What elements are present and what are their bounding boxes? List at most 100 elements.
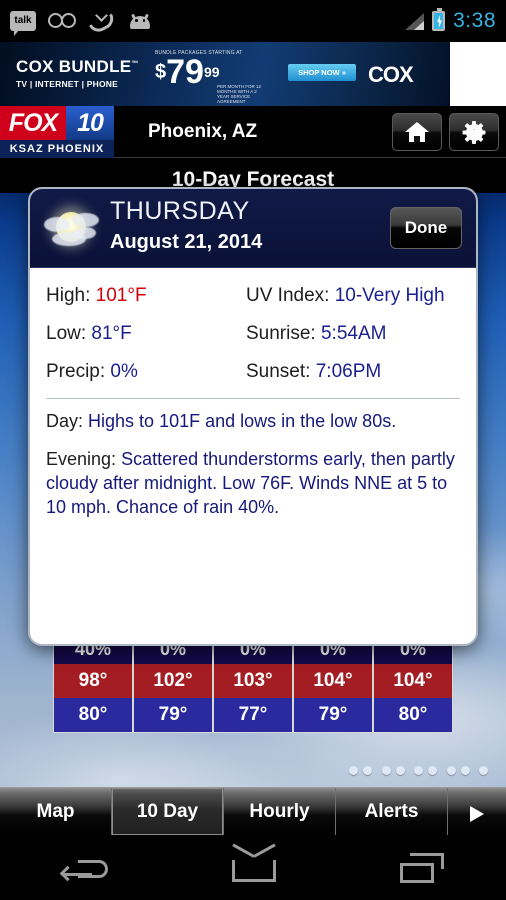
forecast-low: 77° [214,698,292,732]
day-forecast-label: Day: [46,411,84,431]
detail-low-value: 81°F [91,323,132,344]
detail-sunset-value: 7:06PM [315,361,382,382]
fox10-logo[interactable]: FOX 10 KSAZ PHOENIX [0,106,114,158]
detail-high-label: High: [46,285,91,306]
forecast-card[interactable]: 0% 104° 80° [373,633,453,733]
forecast-strip[interactable]: 40% 98° 80° 0% 102° 79° 0% 103° 77° 0% 1… [53,633,453,733]
forecast-card[interactable]: 0% 102° 79° [133,633,213,733]
detail-sunrise-label: Sunrise: [246,323,316,344]
wifi-icon [374,12,396,30]
detail-precip-label: Precip: [46,361,106,382]
voicemail-icon [48,13,78,29]
page-dot[interactable] [460,766,470,775]
settings-button[interactable] [449,113,499,151]
detail-high-value: 101°F [95,285,147,306]
android-nav-bar [0,835,506,900]
dialog-header: THURSDAY August 21, 2014 Done [30,189,476,268]
detail-precip: Precip: 0% [46,354,246,390]
ad-legal-text: PER MONTH FOR 12 MONTHS WITH A 2 YEAR SE… [217,84,262,104]
tab-10-day[interactable]: 10 Day [112,788,224,835]
day-forecast-text: Highs to 101F and lows in the low 80s. [88,411,397,431]
day-forecast-paragraph: Day: Highs to 101F and lows in the low 8… [46,409,460,433]
detail-precip-value: 0% [110,361,138,382]
ad-brand-line2: TV | INTERNET | PHONE [16,79,118,89]
home-icon[interactable] [232,843,276,882]
forecast-card[interactable]: 0% 103° 77° [213,633,293,733]
logo-fox-text: FOX [0,106,66,140]
partly-cloudy-icon [42,199,102,257]
forecast-low: 80° [54,698,132,732]
detail-high: High: 101°F [46,278,246,314]
location-label: Phoenix, AZ [148,121,258,142]
divider [46,398,460,399]
page-dot[interactable] [349,766,359,775]
play-arrow-icon [470,806,484,822]
detail-uv-value: 10-Very High [334,285,445,306]
ad-price-value: 79 [166,53,204,91]
evening-forecast-label: Evening: [46,449,117,469]
talk-icon: talk [10,11,36,36]
page-indicator-dots[interactable] [0,762,506,780]
phone-screen: talk 3:38 COX BUNDLE™ TV | INTERNET | PH… [0,0,506,900]
detail-sunrise: Sunrise: 5:54AM [246,316,460,352]
logo-ten-text: 10 [66,106,114,140]
dialog-day-name: THURSDAY [110,197,250,225]
tab-alerts[interactable]: Alerts [336,788,448,835]
forecast-card[interactable]: 0% 104° 79° [293,633,373,733]
tab-hourly[interactable]: Hourly [224,788,336,835]
recents-icon[interactable] [400,852,444,883]
detail-sunset-label: Sunset: [246,361,311,382]
bottom-tab-bar: Map 10 Day Hourly Alerts [0,787,506,835]
done-button[interactable]: Done [390,207,462,249]
detail-sunrise-value: 5:54AM [320,323,387,344]
dialog-body: High: 101°F UV Index: 10-Very High Low: … [30,268,476,519]
day-detail-dialog: THURSDAY August 21, 2014 Done High: 101°… [28,187,478,646]
home-button[interactable] [392,113,442,151]
logo-station-text: KSAZ PHOENIX [0,140,114,158]
page-dot[interactable] [428,766,438,775]
forecast-high: 104° [294,664,372,698]
gear-icon [462,120,486,144]
detail-low-label: Low: [46,323,87,344]
status-system-icons: 3:38 [374,8,496,33]
ad-price-block: BUNDLE PACKAGES STARTING AT $7999 PER MO… [155,50,261,104]
ad-brand-text: COX BUNDLE™ TV | INTERNET | PHONE [16,57,139,89]
detail-sunset: Sunset: 7:06PM [246,354,460,390]
app-header: FOX 10 KSAZ PHOENIX Phoenix, AZ [0,106,506,158]
forecast-low: 79° [294,698,372,732]
ad-shop-now-button[interactable]: SHOP NOW » [288,64,356,81]
ad-eyebrow: BUNDLE PACKAGES STARTING AT [155,50,243,56]
page-dot[interactable] [414,766,424,775]
page-dot[interactable] [395,766,405,775]
signal-icon [404,12,425,30]
cox-logo: COX [368,62,414,87]
page-dot[interactable] [381,766,391,775]
forecast-high: 104° [374,664,452,698]
ad-price-cents: 99 [203,64,220,80]
detail-uv-index: UV Index: 10-Very High [246,278,460,314]
forecast-card[interactable]: 40% 98° 80° [53,633,133,733]
android-status-bar: talk 3:38 [0,0,506,42]
detail-grid: High: 101°F UV Index: 10-Very High Low: … [46,278,460,390]
page-dot[interactable] [479,766,488,775]
status-notification-icons: talk [10,9,152,36]
dialog-date: August 21, 2014 [110,231,263,253]
tab-map[interactable]: Map [0,788,112,835]
status-clock: 3:38 [453,9,496,32]
detail-low: Low: 81°F [46,316,246,352]
forecast-high: 103° [214,664,292,698]
page-dot[interactable] [363,766,373,775]
tab-more-button[interactable] [448,788,506,835]
ad-dollar-sign: $ [155,61,167,83]
battery-charging-icon [432,8,446,31]
ad-trademark: ™ [131,60,139,68]
home-icon [405,122,429,142]
ad-brand-line1: COX BUNDLE [16,57,132,76]
page-dot[interactable] [446,766,456,775]
back-icon[interactable] [59,854,108,882]
missed-call-icon [88,9,118,36]
cox-ad-banner[interactable]: COX BUNDLE™ TV | INTERNET | PHONE BUNDLE… [0,42,450,106]
detail-uv-label: UV Index: [246,285,330,306]
ad-filler [450,42,506,106]
forecast-low: 79° [134,698,212,732]
